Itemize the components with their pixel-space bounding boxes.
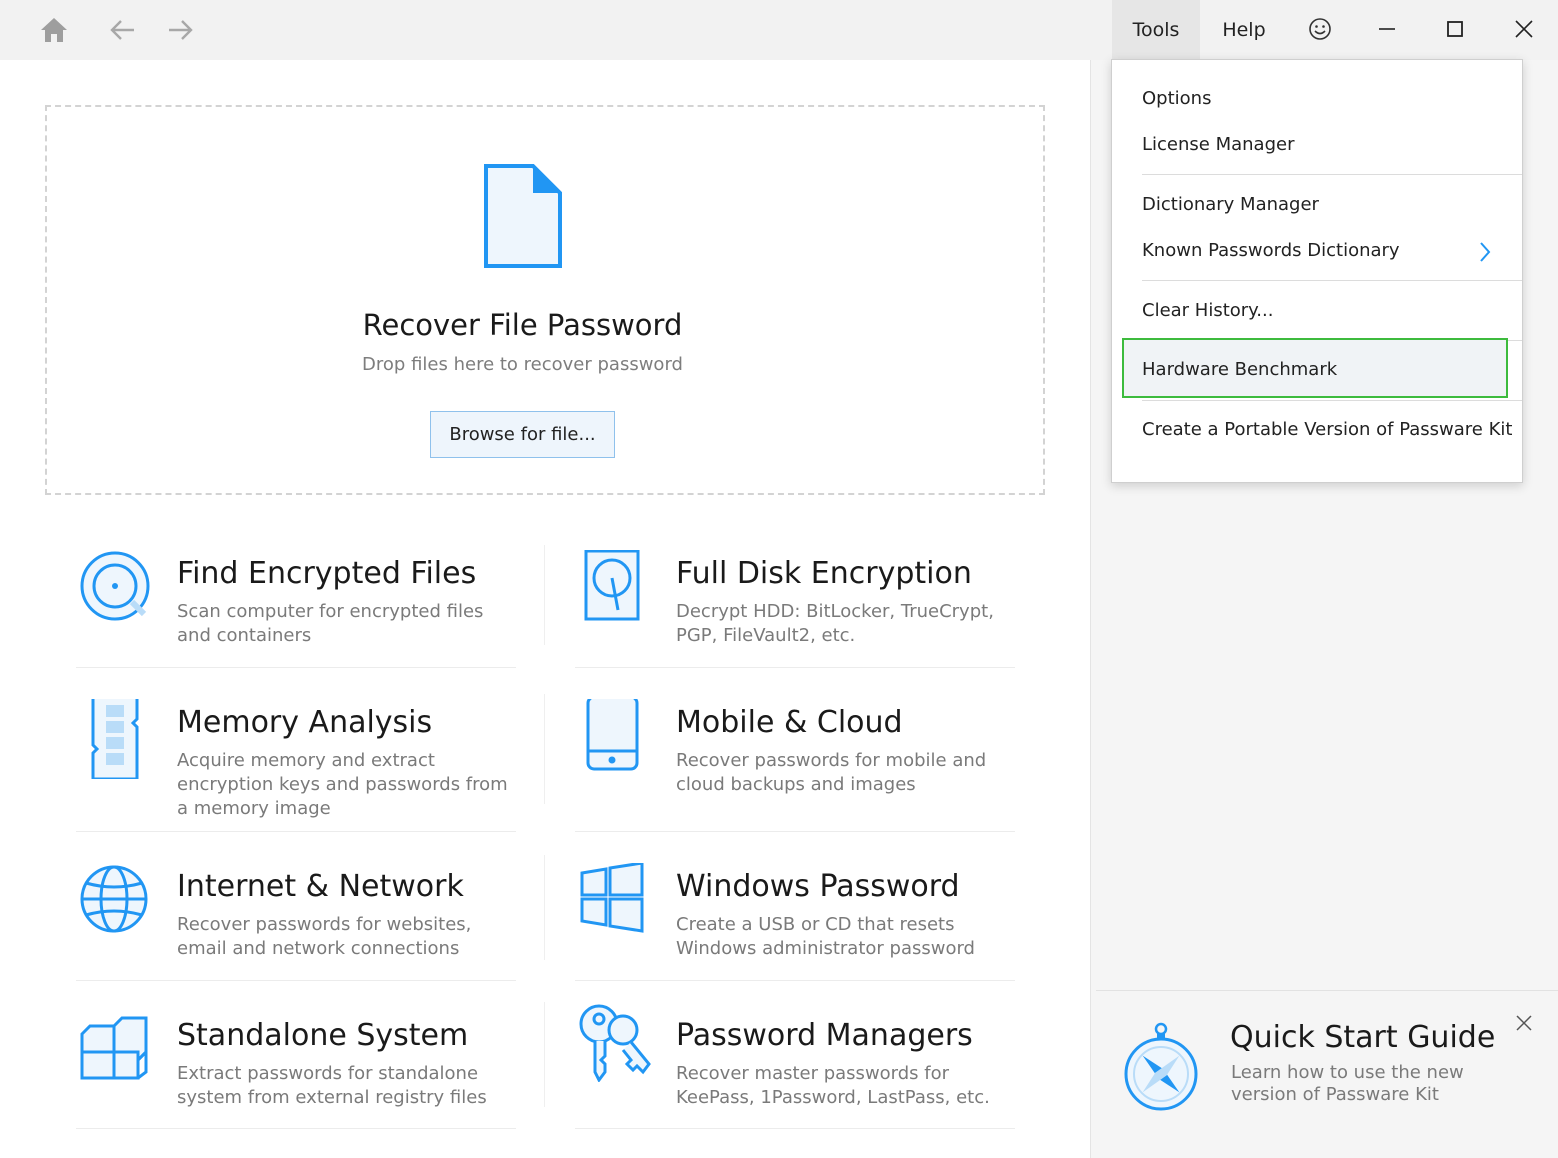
tile-description: Scan computer for encrypted files and co… (177, 601, 484, 646)
arrow-left-icon (110, 20, 134, 40)
tile-internet-and-network[interactable]: Internet & Network Recover passwords for… (80, 863, 520, 993)
tile-find-encrypted-files[interactable]: Find Encrypted Files Scan computer for e… (80, 550, 520, 680)
globe-icon (80, 865, 148, 933)
close-icon (1515, 20, 1533, 38)
tile-row-divider (76, 831, 516, 832)
tile-title: Full Disk Encryption (676, 556, 972, 591)
memory-chip-icon (91, 699, 139, 779)
feedback-button[interactable] (1286, 0, 1354, 58)
home-icon (41, 18, 67, 42)
minimize-icon (1379, 28, 1395, 30)
close-window-button[interactable] (1490, 0, 1558, 58)
tile-description: Decrypt HDD: BitLocker, TrueCrypt, PGP, … (676, 601, 994, 646)
tile-description: Create a USB or CD that resets Windows a… (676, 914, 975, 959)
title-bar: Tools Help (0, 0, 1558, 60)
tile-title: Internet & Network (177, 869, 464, 904)
tile-description: Acquire memory and extract encryption ke… (177, 750, 508, 819)
quick-start-divider (1096, 990, 1558, 991)
menu-separator (1142, 400, 1522, 401)
tile-description: Recover passwords for websites, email an… (177, 914, 472, 959)
browse-for-file-button[interactable]: Browse for file... (430, 411, 615, 458)
back-button[interactable] (102, 12, 142, 48)
tools-dropdown-menu: Options License Manager Dictionary Manag… (1111, 59, 1523, 483)
tile-description: Recover master passwords for KeePass, 1P… (676, 1063, 990, 1108)
menu-separator (1142, 280, 1522, 281)
tile-title: Mobile & Cloud (676, 705, 903, 740)
tile-title: Windows Password (676, 869, 960, 904)
smiley-icon (1309, 18, 1331, 40)
tools-menu-tab[interactable]: Tools (1112, 0, 1200, 60)
compass-icon (1124, 1022, 1198, 1111)
menu-item-dictionary-manager[interactable]: Dictionary Manager (1142, 194, 1319, 215)
close-icon[interactable] (1513, 1012, 1535, 1034)
hard-disk-icon (584, 550, 640, 621)
drop-zone-title: Recover File Password (362, 308, 683, 342)
tile-description: Recover passwords for mobile and cloud b… (676, 750, 987, 795)
tile-column-divider (544, 694, 545, 804)
tile-standalone-system[interactable]: Standalone System Extract passwords for … (80, 1012, 520, 1142)
tablet-icon (586, 699, 639, 771)
tile-mobile-and-cloud[interactable]: Mobile & Cloud Recover passwords for mob… (579, 699, 1019, 829)
tile-description: Extract passwords for standalone system … (177, 1063, 487, 1108)
tile-windows-password[interactable]: Windows Password Create a USB or CD that… (579, 863, 1019, 993)
home-button[interactable] (34, 12, 74, 48)
tile-column-divider (544, 545, 545, 645)
quick-start-description: Learn how to use the new version of Pass… (1231, 1062, 1464, 1105)
menu-separator (1142, 174, 1522, 175)
tile-password-managers[interactable]: Password Managers Recover master passwor… (579, 1002, 1019, 1132)
tile-column-divider (544, 1002, 545, 1107)
menu-item-hardware-benchmark[interactable]: Hardware Benchmark (1142, 359, 1337, 380)
maximize-button[interactable] (1421, 0, 1489, 58)
help-menu-tab[interactable]: Help (1200, 0, 1288, 60)
arrow-right-icon (169, 20, 193, 40)
menu-item-license-manager[interactable]: License Manager (1142, 134, 1294, 155)
maximize-icon (1447, 21, 1463, 37)
tile-title: Memory Analysis (177, 705, 433, 740)
tile-title: Find Encrypted Files (177, 556, 477, 591)
cubes-icon (80, 1016, 148, 1080)
tile-column-divider (544, 855, 545, 960)
tile-title: Standalone System (177, 1018, 469, 1053)
keys-icon (579, 1004, 651, 1082)
tile-full-disk-encryption[interactable]: Full Disk Encryption Decrypt HDD: BitLoc… (579, 550, 1019, 680)
menu-item-clear-history[interactable]: Clear History... (1142, 300, 1273, 321)
tile-title: Password Managers (676, 1018, 973, 1053)
forward-button[interactable] (161, 12, 201, 48)
tile-row-divider (575, 831, 1015, 832)
quick-start-title[interactable]: Quick Start Guide (1230, 1020, 1495, 1055)
minimize-button[interactable] (1353, 0, 1421, 58)
menu-item-options[interactable]: Options (1142, 88, 1211, 109)
document-icon (484, 164, 562, 268)
disc-search-icon (80, 551, 150, 621)
tile-memory-analysis[interactable]: Memory Analysis Acquire memory and extra… (80, 699, 520, 829)
windows-logo-icon (580, 863, 644, 933)
chevron-right-icon (1480, 242, 1491, 262)
drop-zone-subtitle: Drop files here to recover password (362, 354, 683, 375)
menu-item-known-passwords-dictionary[interactable]: Known Passwords Dictionary (1142, 240, 1400, 261)
menu-item-create-portable-version[interactable]: Create a Portable Version of Passware Ki… (1142, 419, 1512, 440)
